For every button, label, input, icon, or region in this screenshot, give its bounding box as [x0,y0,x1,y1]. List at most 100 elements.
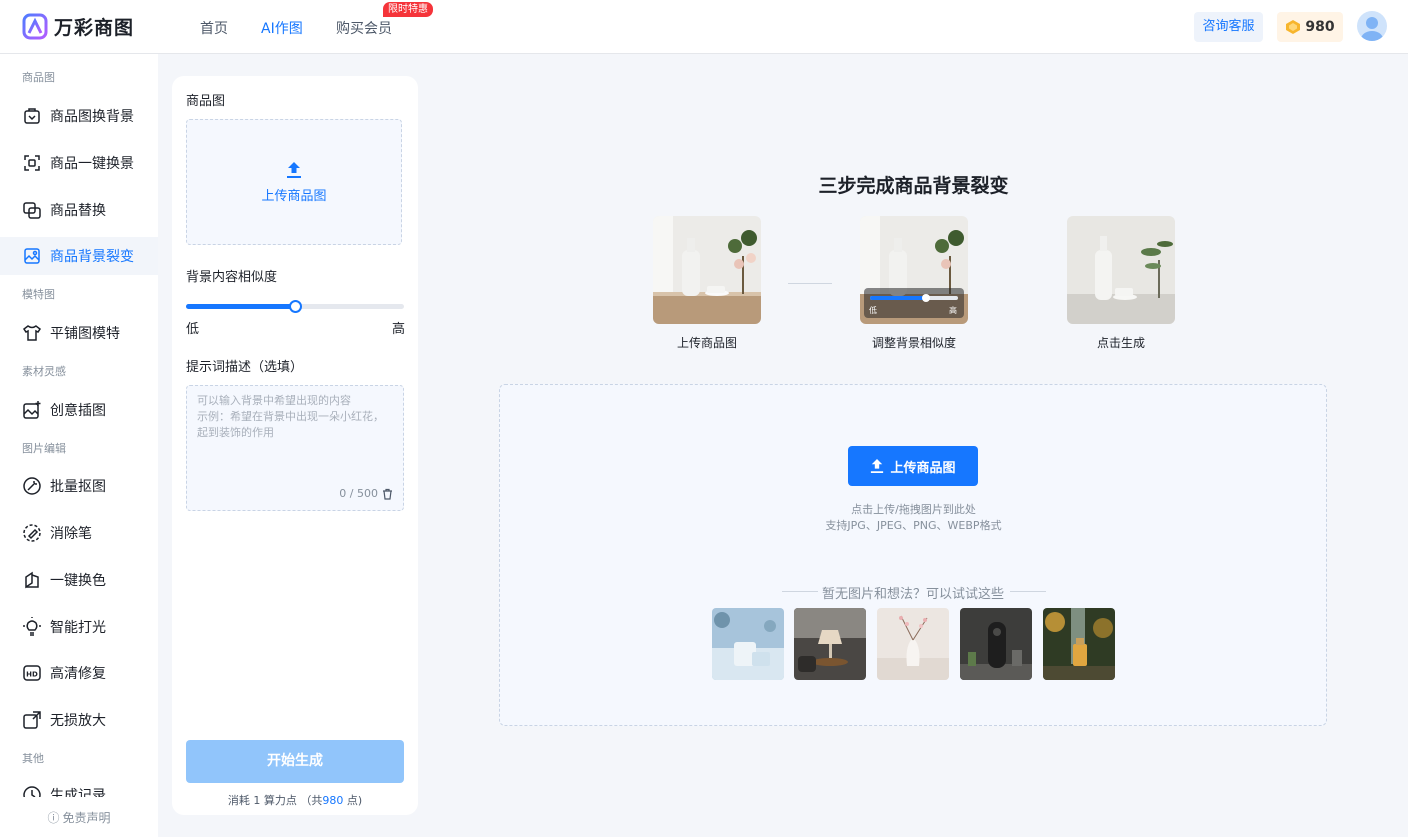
sample-image-speaker[interactable] [960,608,1032,680]
trash-icon[interactable] [382,488,393,500]
step-2-label: 调整背景相似度 [871,336,956,350]
prompt-placeholder-line: 可以输入背景中希望出现的内容 [197,394,351,407]
section-inspiration: 素材灵感 [22,365,66,378]
upload-icon [287,161,301,178]
sidebar-item-bg-fission[interactable]: 商品背景裂变 [0,237,158,275]
sample-image-perfume[interactable] [1043,608,1115,680]
user-avatar[interactable] [1357,11,1387,41]
sample-image-skincare[interactable] [712,608,784,680]
start-generate-button[interactable]: 开始生成 [186,740,404,783]
cost-prefix: 消耗 1 算力点 （共 [227,794,323,807]
step-image-upload [653,216,761,324]
sidebar-label: 创意插图 [50,403,106,419]
slider-fill [186,304,295,309]
avatar-icon [1361,17,1383,41]
info-icon: ⓘ [47,811,60,825]
top-bar: 万彩商图 首页 AI作图 购买会员 限时特惠 咨询客服 980 [0,0,1408,54]
svg-text:HD: HD [26,671,38,679]
disclaimer-label: 免责声明 [62,811,111,825]
sidebar-label: 智能打光 [50,620,106,636]
section-product: 商品图 [22,71,55,84]
upload-icon [871,459,884,473]
sidebar-item-hd-repair[interactable]: HD 高清修复 [0,654,158,692]
picture-plus-icon [23,401,41,419]
samples-title: 暂无图片和想法？可以试试这些 [821,587,1004,602]
expand-icon [23,711,41,729]
hd-icon: HD [23,665,41,681]
slider-high-label: 高 [392,322,406,337]
sidebar-item-smart-light[interactable]: 智能打光 [0,608,158,646]
brand-logo[interactable]: 万彩商图 [22,12,134,40]
similarity-label: 背景内容相似度 [186,270,278,285]
nav-home[interactable]: 首页 [200,18,228,38]
color-swap-icon [25,571,39,589]
step-image-generate [1067,216,1175,324]
bulb-icon [23,617,41,636]
upload-hint: 点击上传/拖拽图片到此处 [851,503,976,516]
sidebar-item-batch-cutout[interactable]: 批量抠图 [0,467,158,505]
logo-icon [22,13,48,40]
swap-image-icon [23,202,41,219]
sidebar-item-product-replace[interactable]: 商品替换 [0,191,158,229]
sample-image-vase[interactable] [877,608,949,680]
divider-right [1010,591,1046,592]
sidebar-label: 商品背景裂变 [50,249,134,265]
prompt-placeholder-line: 示例：希望在背景中出现一朵小红花，起到装饰的作用 [197,410,384,439]
section-edit: 图片编辑 [22,442,66,455]
sidebar-item-bg-replace[interactable]: 商品图换背景 [0,97,158,135]
step-slider-high: 高 [949,306,957,315]
char-count: 0 / 500 [339,487,378,500]
section-model: 模特图 [22,288,55,301]
sidebar-item-creative-illustration[interactable]: 创意插图 [0,391,158,429]
step-1-label: 上传商品图 [676,336,737,350]
slider-thumb[interactable] [289,300,302,313]
sidebar-label: 批量抠图 [50,479,106,495]
product-upload-area[interactable]: 上传商品图 [186,119,402,245]
prompt-counter: 0 / 500 [339,486,393,502]
coin-balance[interactable]: 980 [1277,12,1343,42]
similarity-slider[interactable] [186,300,404,313]
sidebar-item-flat-model[interactable]: 平铺图模特 [0,314,158,352]
sidebar-label: 无损放大 [50,713,106,729]
disclaimer-link[interactable]: ⓘ 免责声明 [0,797,158,837]
sidebar: 商品图 商品图换背景 商品一键换景 商品替换 商品背景裂变 模特图 平铺图模特 … [0,54,158,837]
magic-wand-icon [23,477,41,495]
upload-label: 上传商品图 [261,188,327,204]
coin-count: 980 [1305,19,1335,35]
nav-buy-vip[interactable]: 购买会员 [336,18,392,38]
sidebar-item-eraser[interactable]: 消除笔 [0,514,158,552]
cost-info: 消耗 1 算力点 （共980 点) [172,792,418,808]
step-image-adjust: 低 高 [860,216,968,324]
brand-name: 万彩商图 [54,16,135,39]
sidebar-label: 商品替换 [50,203,106,219]
prompt-textarea[interactable]: 可以输入背景中希望出现的内容 示例：希望在背景中出现一朵小红花，起到装饰的作用 … [186,385,404,511]
step-slider-low: 低 [869,306,877,315]
cost-suffix: 点) [343,794,363,807]
sidebar-item-one-click-scene[interactable]: 商品一键换景 [0,144,158,182]
sample-image-lamp[interactable] [794,608,866,680]
sidebar-item-lossless-upscale[interactable]: 无损放大 [0,701,158,739]
slider-low-label: 低 [186,322,200,337]
bag-icon [24,108,40,124]
format-hint: 支持JPG、JPEG、PNG、WEBP格式 [825,519,1002,532]
image-stack-icon [24,248,40,264]
customer-service-button[interactable]: 咨询客服 [1194,12,1263,42]
sidebar-label: 平铺图模特 [50,326,120,342]
coin-icon [1286,20,1301,34]
scan-icon [24,155,40,171]
shirt-icon [22,325,42,341]
sidebar-label: 消除笔 [50,526,92,542]
page-title: 三步完成商品背景裂变 [818,175,1009,197]
upload-product-button[interactable]: 上传商品图 [848,446,978,486]
sidebar-label: 高清修复 [50,666,106,682]
settings-panel: 商品图 上传商品图 背景内容相似度 低 高 提示词描述（选填） 可以输入背景中希… [172,76,418,815]
cost-total: 980 [322,794,344,807]
nav-ai-draw[interactable]: AI作图 [261,18,303,38]
sidebar-label: 商品图换背景 [50,109,134,125]
promo-badge: 限时特惠 [383,2,433,17]
product-image-label: 商品图 [186,94,226,109]
sidebar-item-recolor[interactable]: 一键换色 [0,561,158,599]
sidebar-label: 商品一键换景 [50,156,134,172]
step-connector [788,283,832,284]
upload-button-label: 上传商品图 [890,460,956,476]
